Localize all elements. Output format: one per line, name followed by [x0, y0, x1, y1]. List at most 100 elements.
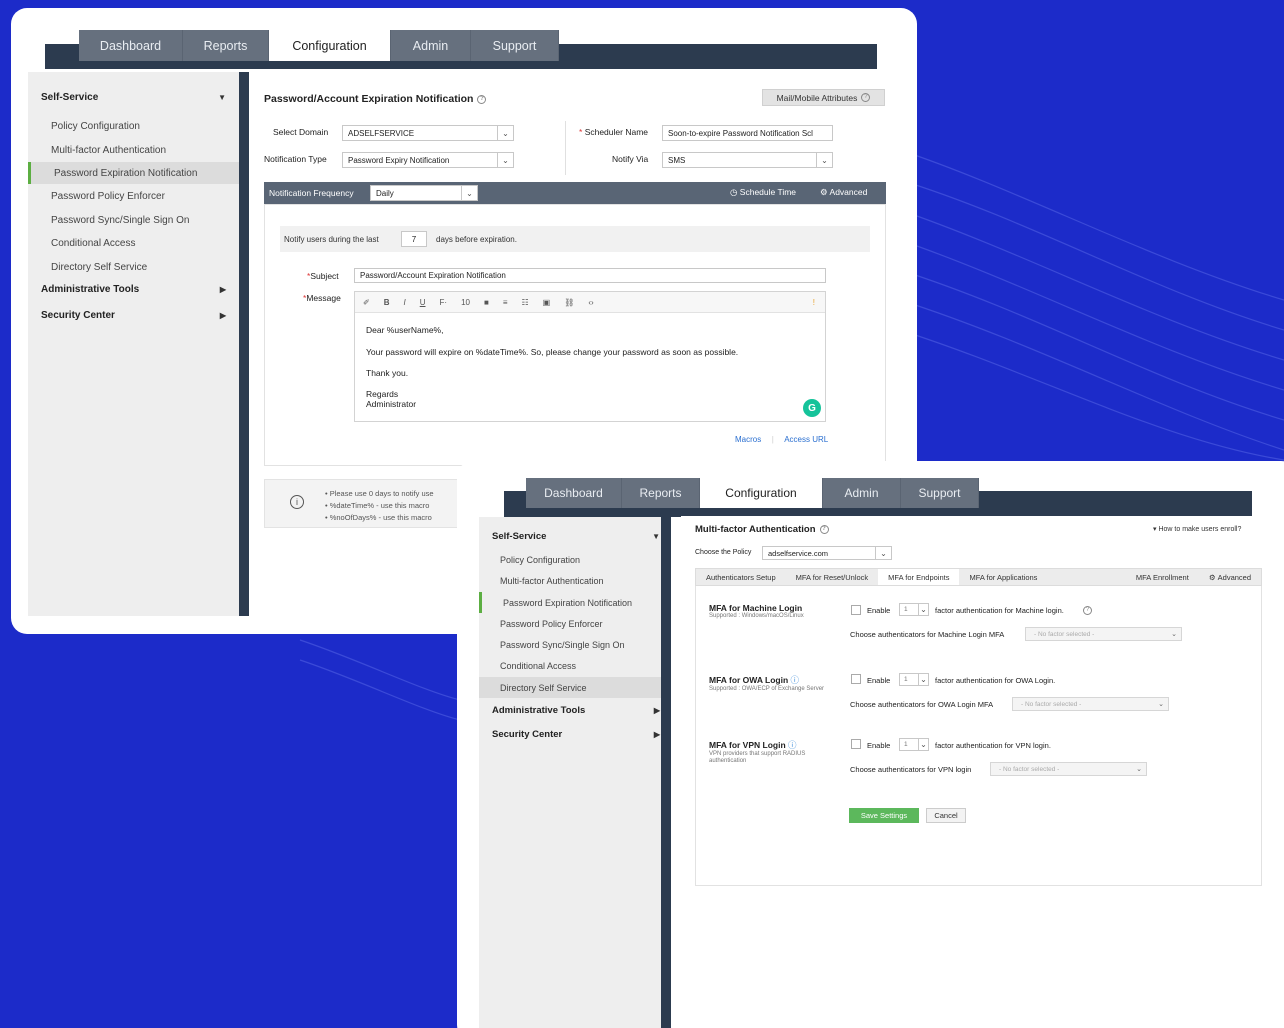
sidebar-item-mfa[interactable]: Multi-factor Authentication: [28, 139, 239, 161]
sidebar-item-mfa[interactable]: Multi-factor Authentication: [479, 570, 661, 591]
sidebar-item-conditional-access[interactable]: Conditional Access: [479, 655, 661, 676]
link-icon[interactable]: ⛓: [564, 298, 574, 307]
button-label: Mail/Mobile Attributes: [776, 92, 858, 103]
sidebar-item-password-policy-enforcer[interactable]: Password Policy Enforcer: [479, 613, 661, 634]
grammarly-icon[interactable]: G: [803, 399, 821, 417]
bold-icon[interactable]: B: [384, 298, 390, 307]
info-icon[interactable]: ⓘ: [791, 675, 800, 685]
machine-factor-count-dropdown[interactable]: 1 ⌄: [899, 603, 929, 616]
tab-configuration[interactable]: Configuration: [700, 478, 823, 508]
frequency-dropdown[interactable]: Daily ⌄: [370, 185, 478, 201]
dropdown-placeholder: - No factor selected -: [1034, 630, 1095, 638]
dropdown-placeholder: - No factor selected -: [999, 765, 1060, 773]
image-icon[interactable]: ▣: [543, 298, 551, 307]
note-item: • %dateTime% - use this macro: [325, 501, 430, 510]
section-title: MFA for OWA Login ⓘ: [709, 674, 839, 686]
sidebar-divider: [239, 72, 249, 616]
sidebar-item-directory-self-service[interactable]: Directory Self Service: [479, 677, 661, 698]
sidebar-section-admin-tools[interactable]: Administrative Tools ▶: [41, 284, 226, 295]
macros-link[interactable]: Macros: [735, 435, 761, 444]
owa-authenticators-dropdown[interactable]: - No factor selected - ⌄: [1012, 697, 1169, 711]
schedule-time-button[interactable]: ◷ Schedule Time: [730, 187, 796, 198]
gear-icon: ⚙: [820, 187, 828, 197]
sidebar-item-password-sync[interactable]: Password Sync/Single Sign On: [479, 634, 661, 655]
sidebar-section-label: Security Center: [41, 310, 115, 321]
help-icon[interactable]: ?: [1083, 606, 1092, 615]
sidebar-section-security-center[interactable]: Security Center ▶: [492, 729, 660, 740]
vpn-authenticators-dropdown[interactable]: - No factor selected - ⌄: [990, 762, 1147, 776]
notification-type-dropdown[interactable]: Password Expiry Notification ⌄: [342, 152, 514, 168]
access-url-link[interactable]: Access URL: [784, 435, 828, 444]
enable-vpn-mfa-checkbox[interactable]: [851, 739, 861, 749]
mfa-machine-login-section: MFA for Machine Login Supported : Window…: [709, 603, 839, 620]
sidebar-section-security-center[interactable]: Security Center ▶: [41, 310, 226, 321]
tab-configuration[interactable]: Configuration: [269, 30, 391, 61]
notify-via-dropdown[interactable]: SMS ⌄: [662, 152, 833, 168]
tab-reports[interactable]: Reports: [622, 478, 700, 508]
sidebar-item-conditional-access[interactable]: Conditional Access: [28, 232, 239, 254]
editor-links: Macros | Access URL: [735, 435, 829, 444]
scheduler-name-input[interactable]: Soon-to-expire Password Notification Scl: [662, 125, 833, 141]
save-settings-button[interactable]: Save Settings: [849, 808, 919, 823]
sidebar-section-self-service[interactable]: Self-Service ▼: [492, 531, 660, 542]
scheduler-name-label: * Scheduler Name: [579, 127, 648, 137]
sidebar-item-password-expiration[interactable]: Password Expiration Notification: [479, 592, 661, 613]
subtab-authenticators-setup[interactable]: Authenticators Setup: [696, 569, 786, 585]
tab-support[interactable]: Support: [901, 478, 979, 508]
underline-icon[interactable]: U: [420, 298, 426, 307]
text-color-icon[interactable]: ■: [484, 298, 489, 307]
subtab-mfa-applications[interactable]: MFA for Applications: [959, 569, 1047, 585]
enable-machine-mfa-checkbox[interactable]: [851, 605, 861, 615]
advanced-button[interactable]: ⚙ Advanced: [1199, 569, 1261, 585]
code-icon[interactable]: ‹›: [588, 298, 593, 307]
font-icon[interactable]: F·: [440, 298, 448, 307]
dropdown-value: SMS: [668, 155, 686, 165]
section-title: MFA for VPN Login ⓘ: [709, 739, 839, 751]
font-size-select[interactable]: 10: [461, 298, 470, 307]
tab-reports[interactable]: Reports: [183, 30, 269, 61]
tab-dashboard[interactable]: Dashboard: [79, 30, 183, 61]
clear-format-icon[interactable]: ✐: [363, 298, 370, 307]
subtab-mfa-endpoints[interactable]: MFA for Endpoints: [878, 569, 960, 585]
subject-input[interactable]: Password/Account Expiration Notification: [354, 268, 826, 283]
subtab-mfa-reset-unlock[interactable]: MFA for Reset/Unlock: [786, 569, 879, 585]
advanced-button[interactable]: ⚙ Advanced: [820, 187, 867, 198]
policy-dropdown[interactable]: adselfservice.com ⌄: [762, 546, 892, 560]
sidebar-section-admin-tools[interactable]: Administrative Tools ▶: [492, 705, 660, 716]
enroll-help-link[interactable]: ▾ How to make users enroll?: [1153, 525, 1241, 533]
owa-factor-count-dropdown[interactable]: 1 ⌄: [899, 673, 929, 686]
frequency-label: Notification Frequency: [269, 188, 354, 198]
align-icon[interactable]: ≡: [503, 298, 508, 307]
mail-mobile-attributes-button[interactable]: Mail/Mobile Attributes?: [762, 89, 885, 106]
help-icon[interactable]: ?: [477, 94, 487, 104]
help-icon[interactable]: ?: [819, 524, 829, 534]
italic-icon[interactable]: I: [403, 298, 405, 307]
sidebar-item-policy-configuration[interactable]: Policy Configuration: [28, 115, 239, 137]
chevron-down-icon: ⌄: [1158, 701, 1164, 708]
list-icon[interactable]: ☷: [521, 298, 528, 307]
enable-owa-mfa-checkbox[interactable]: [851, 674, 861, 684]
message-line: Dear %userName%,: [366, 325, 444, 335]
sidebar-item-policy-configuration[interactable]: Policy Configuration: [479, 549, 661, 570]
info-icon[interactable]: ⓘ: [788, 740, 797, 750]
tab-admin[interactable]: Admin: [391, 30, 471, 61]
tab-admin[interactable]: Admin: [823, 478, 901, 508]
gear-icon: ⚙: [1208, 572, 1216, 582]
sidebar-section-self-service[interactable]: Self-Service ▼: [41, 92, 226, 103]
select-domain-dropdown[interactable]: ADSELFSERVICE ⌄: [342, 125, 514, 141]
vpn-factor-count-dropdown[interactable]: 1 ⌄: [899, 738, 929, 751]
section-title-text: MFA for VPN Login: [709, 740, 786, 750]
tab-dashboard[interactable]: Dashboard: [526, 478, 622, 508]
sidebar-item-directory-self-service[interactable]: Directory Self Service: [28, 256, 239, 278]
mfa-enrollment-button[interactable]: MFA Enrollment: [1126, 569, 1199, 585]
sidebar-item-password-expiration[interactable]: Password Expiration Notification: [28, 162, 239, 184]
tab-support[interactable]: Support: [471, 30, 559, 61]
sidebar-item-password-policy-enforcer[interactable]: Password Policy Enforcer: [28, 185, 239, 207]
cancel-button[interactable]: Cancel: [926, 808, 966, 823]
message-label: *Message: [303, 293, 341, 303]
message-editor[interactable]: ✐ B I U F· 10 ■ ≡ ☷ ▣ ⛓ ‹› ! Dear %userN…: [354, 291, 826, 422]
machine-authenticators-dropdown[interactable]: - No factor selected - ⌄: [1025, 627, 1182, 641]
notify-days-input[interactable]: 7: [401, 231, 427, 247]
notification-type-label: Notification Type: [264, 154, 327, 164]
sidebar-item-password-sync[interactable]: Password Sync/Single Sign On: [28, 209, 239, 231]
